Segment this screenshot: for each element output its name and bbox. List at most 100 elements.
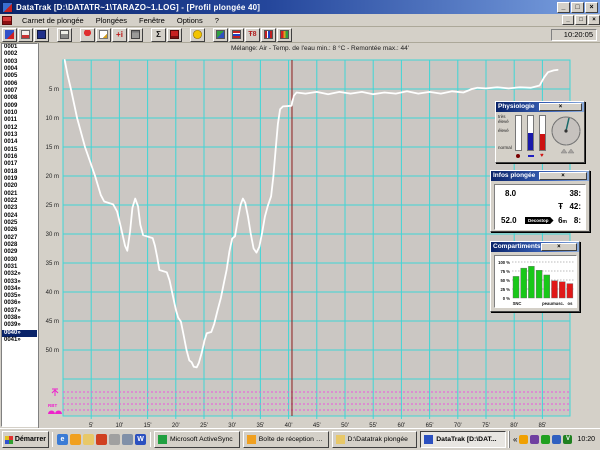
- dive-list-item[interactable]: 0019: [2, 176, 37, 183]
- dive-list-item[interactable]: 0018: [2, 169, 37, 176]
- print-button[interactable]: [57, 28, 72, 42]
- restore-button[interactable]: □: [571, 2, 584, 13]
- menu-item-carnet-de-plong-e[interactable]: Carnet de plongée: [16, 15, 90, 26]
- menu-item-plong-es[interactable]: Plongées: [90, 15, 133, 26]
- window-title: DataTrak [D:\DATATR~1\TARAZO~1.LOG] - [P…: [16, 3, 556, 12]
- mail-icon[interactable]: [70, 434, 81, 445]
- dive-list-item[interactable]: 0035»: [2, 293, 37, 300]
- dive-list-item[interactable]: 0002: [2, 51, 37, 58]
- tray-sync-icon[interactable]: [541, 435, 550, 444]
- new-logbook-button[interactable]: [2, 28, 17, 42]
- tray-antivirus-icon[interactable]: [552, 435, 561, 444]
- dive-list-item[interactable]: 0012: [2, 125, 37, 132]
- task-button-datatrak-active[interactable]: DataTrak [D:\DAT...: [420, 431, 506, 448]
- dive-list-item[interactable]: 0011: [2, 117, 37, 124]
- dive-timer-button[interactable]: [190, 28, 205, 42]
- statistics-sum-button[interactable]: Σ: [151, 28, 166, 42]
- dive-list-item[interactable]: 0041»: [2, 337, 37, 344]
- task-button-folder[interactable]: D:\Datatrak plongée: [332, 431, 418, 448]
- start-button[interactable]: Démarrer: [2, 431, 49, 448]
- dive-list-item[interactable]: 0039»: [2, 322, 37, 329]
- dive-list-item[interactable]: 0038»: [2, 315, 37, 322]
- menu-item-fen-tre[interactable]: Fenêtre: [133, 15, 171, 26]
- diver-button[interactable]: [80, 28, 95, 42]
- dive-list-item[interactable]: 0037»: [2, 308, 37, 315]
- dive-list-item[interactable]: 0015: [2, 147, 37, 154]
- dive-list[interactable]: 0001000200030004000500060007000800090010…: [1, 43, 38, 427]
- dive-list-item[interactable]: 0034»: [2, 286, 37, 293]
- dive-list-item[interactable]: 0016: [2, 154, 37, 161]
- dive-list-item[interactable]: 0003: [2, 59, 37, 66]
- dive-list-item[interactable]: 0028: [2, 242, 37, 249]
- show-desktop-icon[interactable]: [109, 434, 120, 445]
- task-button-activesync[interactable]: Microsoft ActiveSync: [154, 431, 240, 448]
- child-close-button[interactable]: ×: [588, 15, 600, 25]
- profile-bars-button[interactable]: [261, 28, 276, 42]
- dive-list-item-selected[interactable]: 0040»: [2, 330, 37, 337]
- save-logbook-button[interactable]: [34, 28, 49, 42]
- dive-list-item[interactable]: 0017: [2, 161, 37, 168]
- edit-dive-button[interactable]: [96, 28, 111, 42]
- tray-shield-icon[interactable]: [530, 435, 539, 444]
- open-logbook-button[interactable]: [18, 28, 33, 42]
- svg-text:40 m: 40 m: [46, 290, 59, 296]
- folder-icon[interactable]: [83, 434, 94, 445]
- logbook-view-button[interactable]: [167, 28, 182, 42]
- dive-list-item[interactable]: 0025: [2, 220, 37, 227]
- dive-list-item[interactable]: 0009: [2, 103, 37, 110]
- toolbar-clock: 10:20:05: [551, 29, 597, 41]
- document-icon[interactable]: [2, 16, 12, 25]
- dive-list-item[interactable]: 0026: [2, 227, 37, 234]
- profile-saturation-button[interactable]: [277, 28, 292, 42]
- tray-v-icon[interactable]: V: [563, 435, 572, 444]
- profile-temperature-button[interactable]: Ŧ8: [245, 28, 260, 42]
- dive-list-item[interactable]: 0030: [2, 257, 37, 264]
- dive-list-item[interactable]: 0036»: [2, 300, 37, 307]
- physiologie-close-icon[interactable]: ×: [539, 103, 582, 111]
- dive-list-item[interactable]: 0008: [2, 95, 37, 102]
- dive-list-item[interactable]: 0020: [2, 183, 37, 190]
- dive-list-item[interactable]: 0001: [2, 44, 37, 51]
- child-minimize-button[interactable]: _: [562, 15, 574, 25]
- media-player-icon[interactable]: [96, 434, 107, 445]
- task-label: DataTrak [D:\DAT...: [436, 436, 496, 443]
- dive-list-item[interactable]: 0006: [2, 81, 37, 88]
- compartiments-close-icon[interactable]: ×: [541, 243, 577, 251]
- profile-temperature-icon: Ŧ8: [248, 30, 257, 39]
- physiologie-titlebar[interactable]: Physiologie ×: [496, 102, 584, 112]
- dive-list-item[interactable]: 0007: [2, 88, 37, 95]
- menu-item-options[interactable]: Options: [171, 15, 209, 26]
- add-dive-info-icon: +i: [115, 30, 124, 39]
- dive-list-item[interactable]: 0023: [2, 205, 37, 212]
- dive-list-item[interactable]: 0027: [2, 235, 37, 242]
- task-button-inbox[interactable]: Boîte de réception - ...: [243, 431, 329, 448]
- dive-list-item[interactable]: 0004: [2, 66, 37, 73]
- tray-orange-icon[interactable]: [519, 435, 528, 444]
- dive-list-item[interactable]: 0010: [2, 110, 37, 117]
- tray-chevron-icon[interactable]: «: [513, 435, 517, 444]
- profile-graph-button[interactable]: [213, 28, 228, 42]
- infos-close-icon[interactable]: ×: [539, 172, 587, 180]
- dive-list-item[interactable]: 0024: [2, 213, 37, 220]
- child-restore-button[interactable]: □: [575, 15, 587, 25]
- dive-list-item[interactable]: 0005: [2, 73, 37, 80]
- dive-list-item[interactable]: 0022: [2, 198, 37, 205]
- profile-table-button[interactable]: [229, 28, 244, 42]
- window-icon[interactable]: [122, 434, 133, 445]
- close-button[interactable]: ×: [585, 2, 598, 13]
- compartiments-titlebar[interactable]: Compartiments ×: [491, 242, 579, 252]
- dive-list-item[interactable]: 0013: [2, 132, 37, 139]
- infos-titlebar[interactable]: Infos plongée ×: [491, 171, 589, 181]
- add-dive-info-button[interactable]: +i: [112, 28, 127, 42]
- dive-list-item[interactable]: 0029: [2, 249, 37, 256]
- dive-list-item[interactable]: 0033»: [2, 279, 37, 286]
- dive-list-item[interactable]: 0031: [2, 264, 37, 271]
- dive-list-item[interactable]: 0021: [2, 191, 37, 198]
- delete-dive-button[interactable]: [128, 28, 143, 42]
- word-icon[interactable]: W: [135, 434, 146, 445]
- dive-list-item[interactable]: 0014: [2, 139, 37, 146]
- internet-explorer-icon[interactable]: e: [57, 434, 68, 445]
- minimize-button[interactable]: _: [557, 2, 570, 13]
- menu-item-?[interactable]: ?: [209, 15, 225, 26]
- dive-list-item[interactable]: 0032»: [2, 271, 37, 278]
